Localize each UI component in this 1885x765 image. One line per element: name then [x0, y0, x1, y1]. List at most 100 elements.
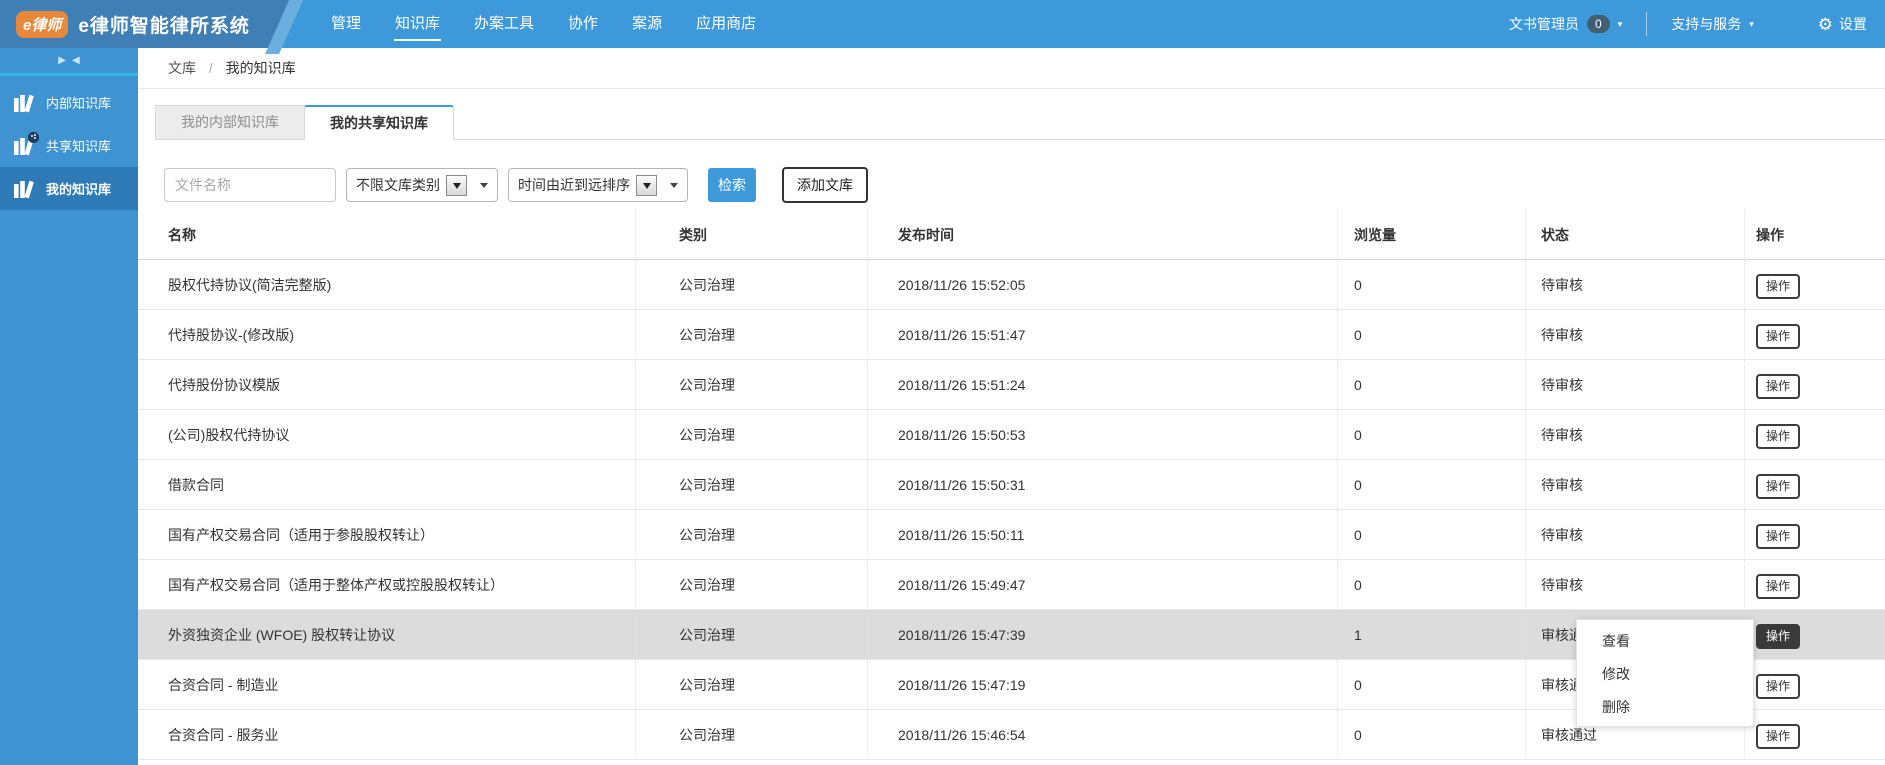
doc-status: 待审核 — [1525, 310, 1744, 360]
col-header-status: 状态 — [1525, 210, 1744, 260]
topnav-item[interactable]: 应用商店 — [679, 0, 773, 48]
col-header-published: 发布时间 — [867, 210, 1337, 260]
sort-order-select[interactable]: 时间由近到远排序 — [508, 168, 688, 202]
caret-down-icon — [642, 182, 651, 193]
table-row: (公司)股权代持协议 公司治理 2018/11/26 15:50:53 0 待审… — [138, 410, 1885, 460]
topnav-item[interactable]: 知识库 — [378, 0, 457, 48]
action-button[interactable]: 操作 — [1756, 373, 1800, 399]
sidebar-collapse-button[interactable]: ▶◀ — [0, 48, 138, 76]
tab[interactable]: 我的共享知识库 — [304, 105, 454, 140]
doc-published-time: 2018/11/26 15:51:47 — [867, 310, 1337, 360]
doc-name: 代持股份协议模版 — [168, 377, 280, 393]
divider — [1646, 12, 1648, 36]
category-select-value: 不限文库类别 — [356, 177, 440, 193]
sidebar-item[interactable]: 内部知识库 — [0, 81, 138, 124]
doc-action-cell: 操作 — [1744, 260, 1885, 310]
table-row: 国有产权交易合同（适用于参股股权转让） 公司治理 2018/11/26 15:5… — [138, 510, 1885, 560]
add-library-button[interactable]: 添加文库 — [782, 167, 868, 203]
action-button[interactable]: 操作 — [1756, 273, 1800, 299]
doc-category: 公司治理 — [635, 660, 867, 710]
sidebar-item-label: 内部知识库 — [46, 96, 112, 111]
gear-icon: ⚙ — [1817, 14, 1833, 34]
sidebar: ▶◀ 内部知识库 共享知识库 我的知识库 — [0, 48, 138, 765]
doc-action-cell: 操作 — [1744, 410, 1885, 460]
sidebar-item-label: 共享知识库 — [46, 139, 112, 154]
table-row: 代持股份协议模版 公司治理 2018/11/26 15:51:24 0 待审核 … — [138, 360, 1885, 410]
doc-name: 国有产权交易合同（适用于参股股权转让） — [168, 527, 434, 543]
doc-category: 公司治理 — [635, 410, 867, 460]
doc-name: 借款合同 — [168, 477, 224, 493]
support-label: 支持与服务 — [1671, 16, 1742, 32]
action-menu-item[interactable]: 查看 — [1577, 625, 1753, 658]
settings-button[interactable]: ⚙ 设置 — [1818, 14, 1867, 34]
doc-published-time: 2018/11/26 15:49:47 — [867, 560, 1337, 610]
action-menu-item[interactable]: 修改 — [1577, 658, 1753, 691]
logo-zone: e律师 e律师智能律所系统 — [0, 0, 300, 48]
action-button[interactable]: 操作 — [1756, 423, 1800, 449]
doc-category: 公司治理 — [635, 510, 867, 560]
doc-views: 0 — [1337, 360, 1525, 410]
action-dropdown-menu: 查看 修改 删除 — [1576, 619, 1754, 727]
doc-action-cell: 操作 — [1744, 560, 1885, 610]
col-header-name: 名称 — [168, 227, 196, 243]
doc-published-time: 2018/11/26 15:50:53 — [867, 410, 1337, 460]
search-button[interactable]: 检索 — [708, 168, 756, 202]
doc-published-time: 2018/11/26 15:47:19 — [867, 660, 1337, 710]
col-header-action: 操作 — [1744, 210, 1885, 260]
doc-action-cell: 操作 — [1744, 360, 1885, 410]
doc-published-time: 2018/11/26 15:50:31 — [867, 460, 1337, 510]
action-button[interactable]: 操作 — [1756, 573, 1800, 599]
action-button[interactable]: 操作 — [1756, 623, 1800, 649]
breadcrumb: 文库 / 我的知识库 — [138, 48, 1885, 89]
select-arrow-box — [636, 174, 657, 196]
doc-status: 待审核 — [1525, 360, 1744, 410]
action-button[interactable]: 操作 — [1756, 673, 1800, 699]
table-row: 国有产权交易合同（适用于整体产权或控股股权转让） 公司治理 2018/11/26… — [138, 560, 1885, 610]
notification-badge: 0 — [1587, 15, 1610, 33]
doc-status: 待审核 — [1525, 460, 1744, 510]
tab-bar: 我的内部知识库 我的共享知识库 — [155, 105, 1885, 140]
topnav-item[interactable]: 协作 — [551, 0, 615, 48]
category-select[interactable]: 不限文库类别 — [346, 168, 498, 202]
action-button[interactable]: 操作 — [1756, 723, 1800, 749]
file-name-input[interactable] — [164, 168, 336, 202]
doc-action-cell: 操作 — [1744, 460, 1885, 510]
doc-published-time: 2018/11/26 15:52:05 — [867, 260, 1337, 310]
topnav-item[interactable]: 案源 — [615, 0, 679, 48]
action-button[interactable]: 操作 — [1756, 323, 1800, 349]
doc-published-time: 2018/11/26 15:46:54 — [867, 710, 1337, 760]
breadcrumb-current: 我的知识库 — [225, 60, 296, 76]
breadcrumb-root[interactable]: 文库 — [168, 60, 196, 76]
doc-action-cell: 操作 — [1744, 610, 1885, 660]
table-row: 借款合同 公司治理 2018/11/26 15:50:31 0 待审核 操作 — [138, 460, 1885, 510]
library-books-icon — [13, 131, 39, 156]
top-nav: 管理 知识库 办案工具 协作 案源 应用商店 — [314, 0, 773, 48]
action-button[interactable]: 操作 — [1756, 523, 1800, 549]
sidebar-item[interactable]: 我的知识库 — [0, 167, 138, 210]
topnav-item[interactable]: 管理 — [314, 0, 378, 48]
topnav-item[interactable]: 办案工具 — [457, 0, 551, 48]
sidebar-item[interactable]: 共享知识库 — [0, 124, 138, 167]
chevron-down-icon: ▾ — [1749, 18, 1754, 29]
doc-name: 外资独资企业 (WFOE) 股权转让协议 — [168, 627, 396, 643]
user-menu[interactable]: 文书管理员 0 ▾ — [1509, 14, 1622, 34]
collapse-arrows-icon: ▶◀ — [58, 55, 86, 66]
doc-category: 公司治理 — [635, 310, 867, 360]
share-badge-icon — [28, 131, 39, 143]
doc-name: (公司)股权代持协议 — [168, 427, 290, 443]
doc-name: 代持股协议-(修改版) — [168, 327, 294, 343]
table-header-row: 名称 类别 发布时间 浏览量 状态 操作 — [138, 210, 1885, 260]
action-button[interactable]: 操作 — [1756, 473, 1800, 499]
doc-action-cell: 操作 — [1744, 510, 1885, 560]
doc-action-cell: 操作 — [1744, 710, 1885, 760]
tab[interactable]: 我的内部知识库 — [155, 105, 305, 140]
caret-down-icon — [452, 182, 461, 193]
doc-category: 公司治理 — [635, 460, 867, 510]
filter-toolbar: 不限文库类别 时间由近到远排序 检索 添加文库 — [164, 167, 1885, 203]
support-menu[interactable]: 支持与服务 ▾ — [1671, 14, 1754, 34]
doc-published-time: 2018/11/26 15:47:39 — [867, 610, 1337, 660]
top-bar: e律师 e律师智能律所系统 管理 知识库 办案工具 协作 案源 应用商店 文书管… — [0, 0, 1885, 54]
action-menu-item[interactable]: 删除 — [1577, 691, 1753, 724]
dropdown-caret-icon — [670, 183, 678, 192]
doc-published-time: 2018/11/26 15:51:24 — [867, 360, 1337, 410]
